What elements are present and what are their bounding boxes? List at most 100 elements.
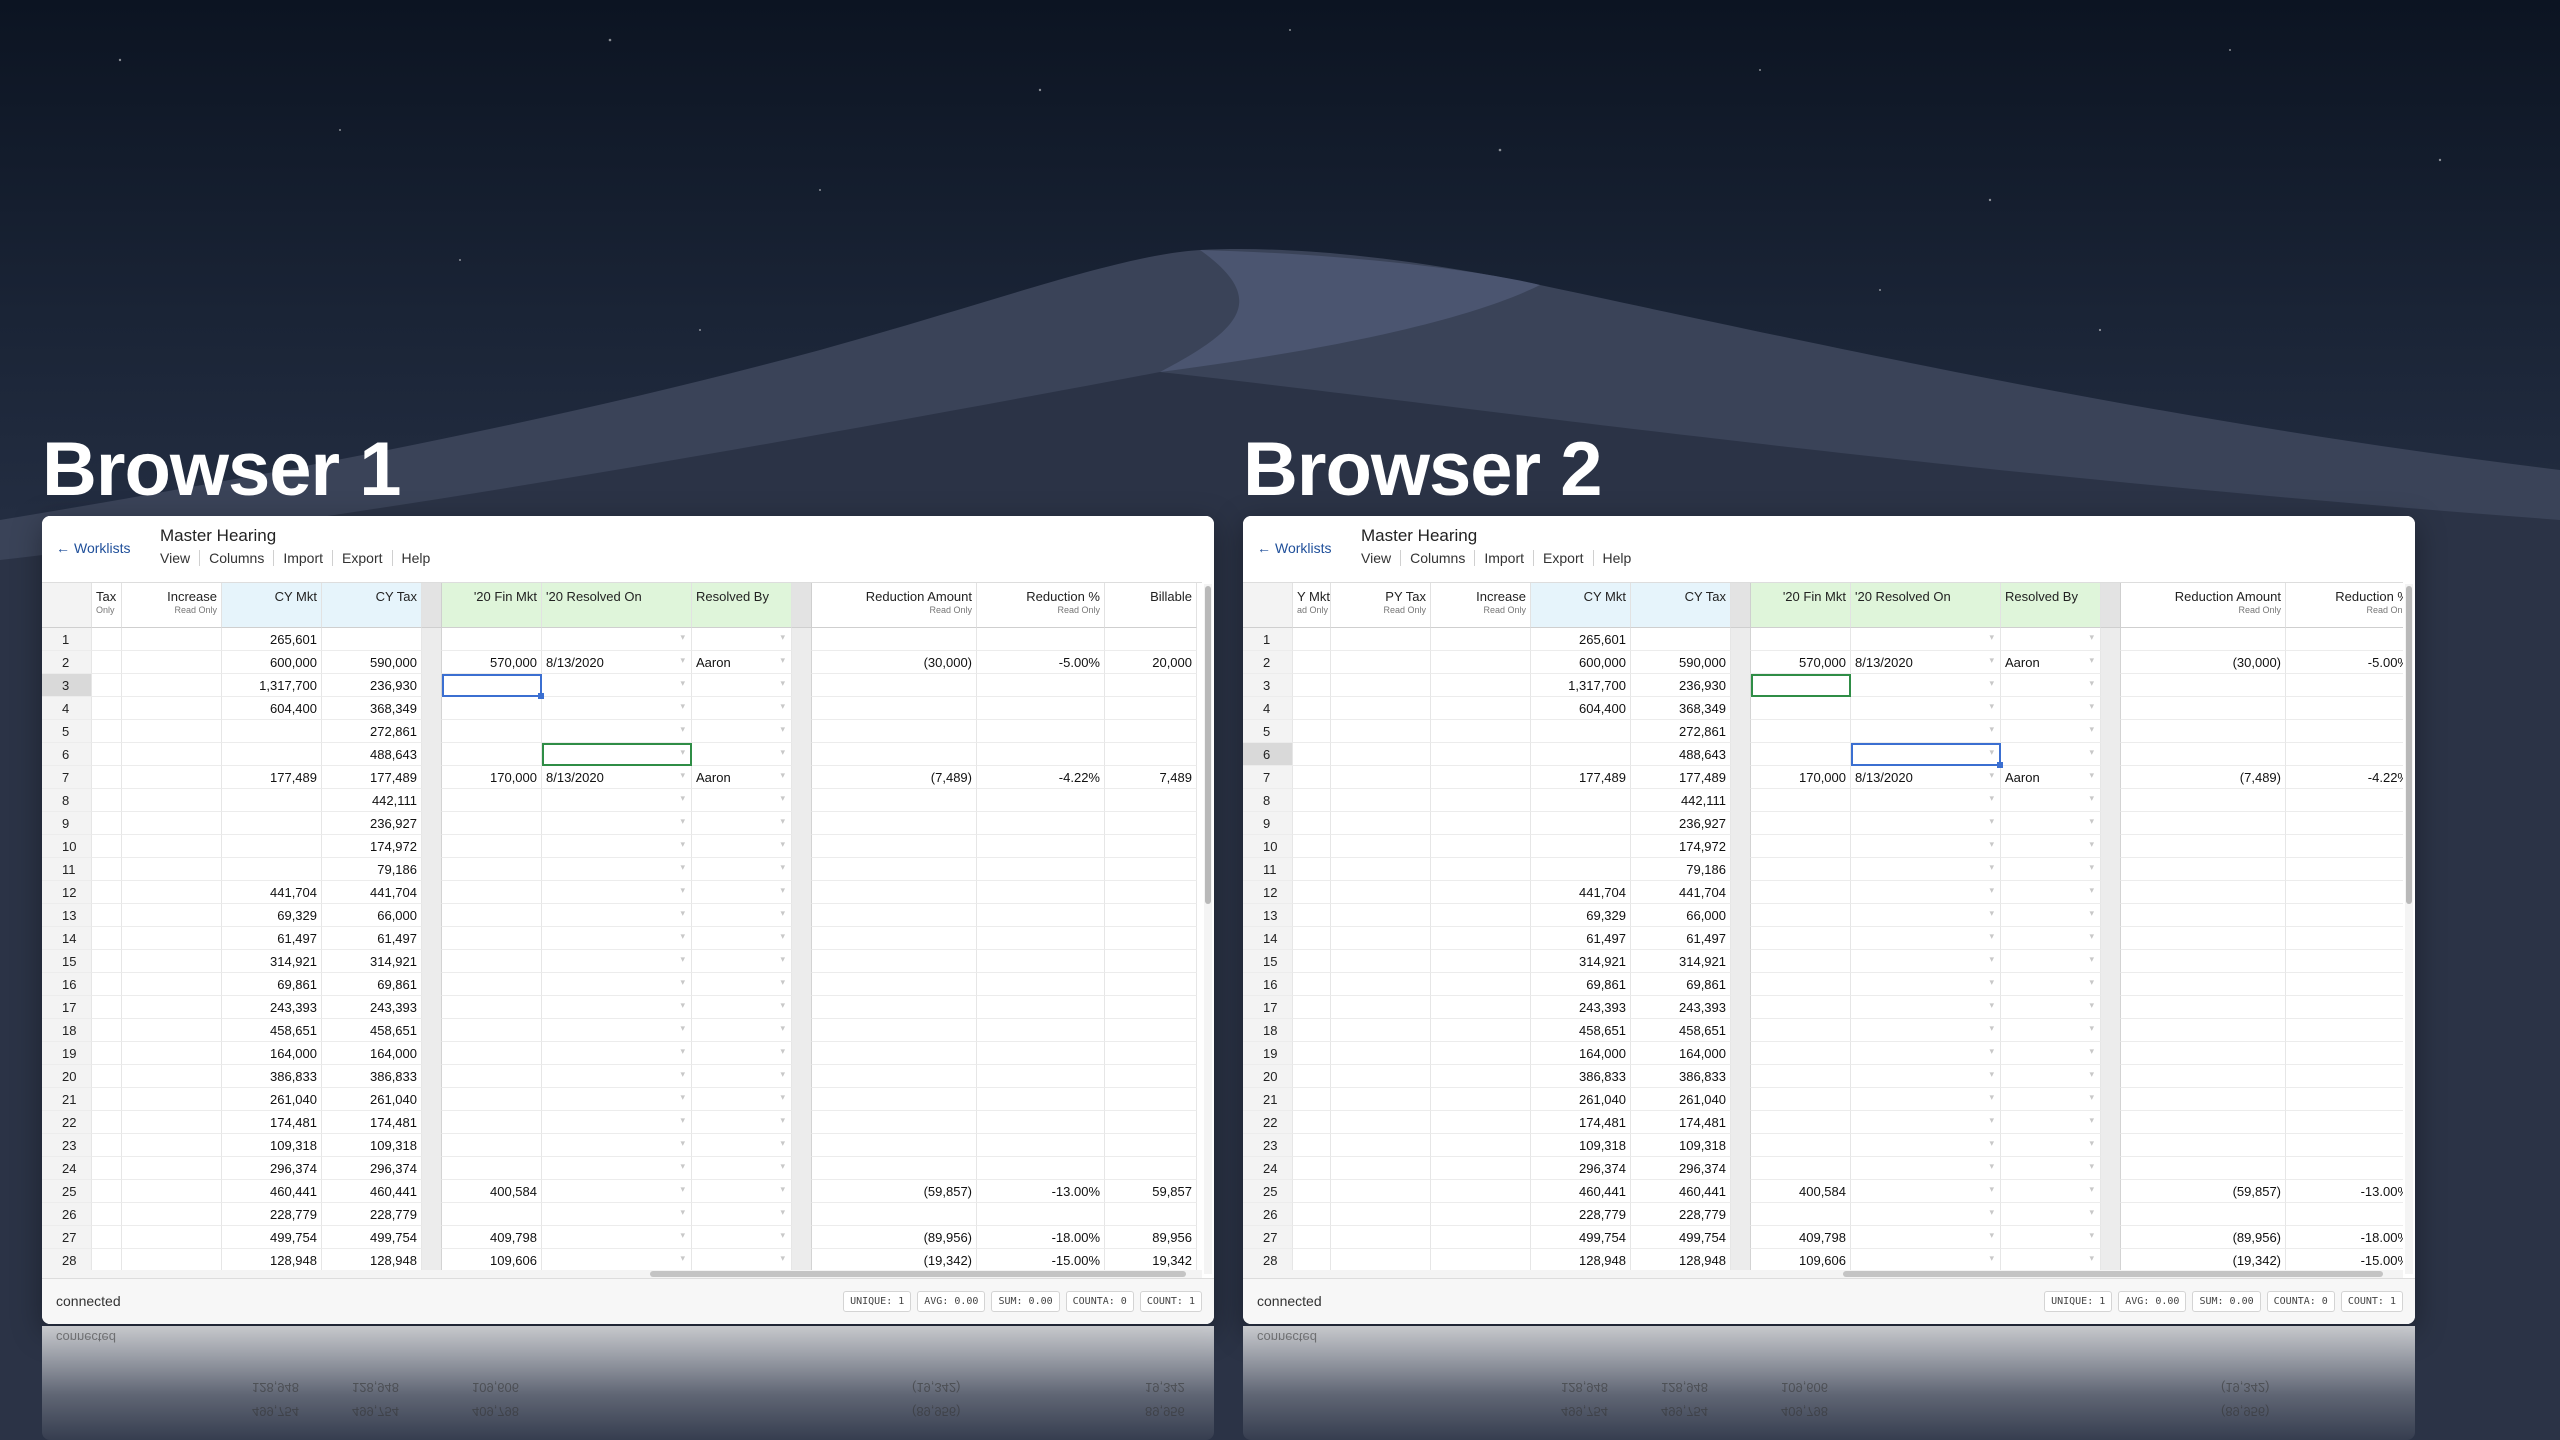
cell-fin-mkt[interactable] [1751, 789, 1851, 812]
cell-cy-tax[interactable]: 128,948 [1631, 1249, 1731, 1272]
cell-red-amt[interactable]: (59,857) [812, 1180, 977, 1203]
cell-red-pct[interactable] [977, 973, 1105, 996]
column-header[interactable]: Tax Only [92, 583, 122, 628]
cell-resolved-on[interactable]: ▾ [1851, 812, 2001, 835]
cell-red-pct[interactable] [2286, 674, 2403, 697]
chevron-down-icon[interactable]: ▾ [680, 1184, 685, 1195]
cell-cy-mkt[interactable]: 604,400 [222, 697, 322, 720]
cell-red-amt[interactable] [2121, 835, 2286, 858]
cell-resolved-by[interactable]: ▾ [2001, 720, 2101, 743]
chevron-down-icon[interactable]: ▾ [680, 1207, 685, 1218]
cell-cy-tax[interactable]: 174,481 [322, 1111, 422, 1134]
row-number[interactable]: 14 [42, 927, 92, 950]
cell-resolved-on[interactable]: ▾ [1851, 881, 2001, 904]
cell-cy-mkt[interactable]: 441,704 [222, 881, 322, 904]
table-cell[interactable] [1331, 743, 1431, 766]
cell-billable[interactable] [1105, 881, 1197, 904]
cell-resolved-on[interactable]: ▾ [542, 927, 692, 950]
column-header[interactable]: Reduction %Read Only [977, 583, 1105, 628]
cell-fin-mkt[interactable] [442, 628, 542, 651]
fill-handle[interactable] [1997, 762, 2003, 768]
chevron-down-icon[interactable]: ▾ [680, 1046, 685, 1057]
table-cell[interactable] [1431, 1157, 1531, 1180]
cell-resolved-on[interactable]: ▾ [542, 1226, 692, 1249]
chevron-down-icon[interactable]: ▾ [780, 701, 785, 712]
table-cell[interactable] [1293, 1088, 1331, 1111]
chevron-down-icon[interactable]: ▾ [2089, 793, 2094, 804]
column-header[interactable]: CY Tax [1631, 583, 1731, 628]
cell-cy-tax[interactable]: 442,111 [322, 789, 422, 812]
cell-billable[interactable] [1105, 628, 1197, 651]
cell-red-amt[interactable] [2121, 1019, 2286, 1042]
cell-fin-mkt[interactable]: 109,606 [442, 1249, 542, 1272]
horizontal-scroll-thumb[interactable] [650, 1271, 1186, 1277]
cell-red-amt[interactable]: (19,342) [2121, 1249, 2286, 1272]
table-cell[interactable] [122, 743, 222, 766]
cell-resolved-by[interactable]: ▾ [692, 904, 792, 927]
table-cell[interactable] [1331, 1249, 1431, 1272]
cell-resolved-by[interactable]: ▾ [2001, 858, 2101, 881]
chevron-down-icon[interactable]: ▾ [2089, 678, 2094, 689]
cell-billable[interactable] [1105, 973, 1197, 996]
table-cell[interactable] [1331, 1203, 1431, 1226]
chevron-down-icon[interactable]: ▾ [680, 632, 685, 643]
table-cell[interactable] [1431, 1180, 1531, 1203]
cell-cy-mkt[interactable]: 228,779 [1531, 1203, 1631, 1226]
table-cell[interactable] [1293, 743, 1331, 766]
table-cell[interactable] [122, 1203, 222, 1226]
table-cell[interactable] [1293, 1134, 1331, 1157]
table-cell[interactable] [1293, 927, 1331, 950]
row-number[interactable]: 1 [1243, 628, 1293, 651]
row-number[interactable]: 2 [42, 651, 92, 674]
row-number[interactable]: 15 [1243, 950, 1293, 973]
chevron-down-icon[interactable]: ▾ [680, 701, 685, 712]
chevron-down-icon[interactable]: ▾ [780, 1092, 785, 1103]
row-number[interactable]: 28 [1243, 1249, 1293, 1272]
row-number[interactable]: 22 [1243, 1111, 1293, 1134]
cell-red-amt[interactable] [2121, 1065, 2286, 1088]
cell-resolved-on[interactable]: ▾ [542, 720, 692, 743]
menu-item-columns[interactable]: Columns [199, 550, 273, 566]
cell-resolved-on[interactable]: 8/13/2020 ▾ [1851, 766, 2001, 789]
cell-resolved-on[interactable]: ▾ [1851, 1203, 2001, 1226]
table-cell[interactable] [1431, 1249, 1531, 1272]
cell-resolved-on[interactable]: ▾ [542, 973, 692, 996]
cell-resolved-on[interactable]: ▾ [1851, 950, 2001, 973]
cell-red-pct[interactable] [2286, 720, 2403, 743]
cell-red-amt[interactable] [812, 1157, 977, 1180]
cell-red-amt[interactable] [2121, 904, 2286, 927]
chevron-down-icon[interactable]: ▾ [1989, 931, 1994, 942]
cell-red-pct[interactable]: -5.00% [2286, 651, 2403, 674]
cell-cy-mkt[interactable]: 458,651 [1531, 1019, 1631, 1042]
table-cell[interactable] [122, 651, 222, 674]
cell-resolved-on[interactable]: ▾ [1851, 904, 2001, 927]
cell-fin-mkt[interactable] [442, 1065, 542, 1088]
cell-cy-mkt[interactable]: 69,861 [1531, 973, 1631, 996]
cell-resolved-on[interactable]: ▾ [1851, 1157, 2001, 1180]
table-cell[interactable] [122, 628, 222, 651]
cell-cy-mkt[interactable] [1531, 743, 1631, 766]
chevron-down-icon[interactable]: ▾ [780, 1000, 785, 1011]
cell-resolved-by[interactable]: ▾ [2001, 881, 2101, 904]
cell-resolved-by[interactable]: ▾ [2001, 1088, 2101, 1111]
cell-red-pct[interactable] [2286, 697, 2403, 720]
cell-resolved-on[interactable]: ▾ [542, 950, 692, 973]
cell-cy-tax[interactable]: 314,921 [322, 950, 422, 973]
cell-resolved-by[interactable]: ▾ [2001, 904, 2101, 927]
horizontal-scrollbar[interactable] [1243, 1270, 2403, 1278]
cell-red-amt[interactable] [812, 973, 977, 996]
chevron-down-icon[interactable]: ▾ [1989, 1069, 1994, 1080]
table-cell[interactable] [1331, 1134, 1431, 1157]
table-cell[interactable] [1293, 881, 1331, 904]
cell-cy-mkt[interactable]: 265,601 [222, 628, 322, 651]
cell-fin-mkt[interactable]: 409,798 [442, 1226, 542, 1249]
cell-red-pct[interactable] [2286, 628, 2403, 651]
cell-resolved-on[interactable]: ▾ [542, 1157, 692, 1180]
cell-red-pct[interactable] [977, 1065, 1105, 1088]
column-header[interactable]: '20 Fin Mkt [442, 583, 542, 628]
table-cell[interactable] [1431, 789, 1531, 812]
cell-red-amt[interactable] [2121, 720, 2286, 743]
table-cell[interactable] [1331, 1111, 1431, 1134]
cell-billable[interactable]: 19,342 [1105, 1249, 1197, 1272]
horizontal-scrollbar[interactable] [42, 1270, 1202, 1278]
